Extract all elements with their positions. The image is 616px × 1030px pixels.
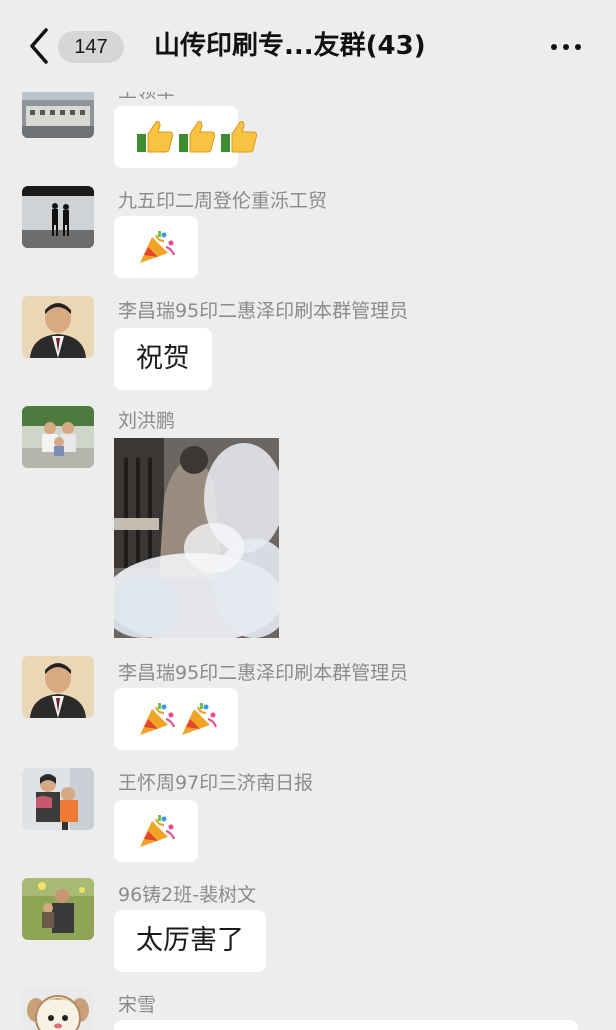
avatar[interactable]: [22, 768, 94, 830]
thumbs-up-icon: [220, 120, 258, 154]
unread-count-badge[interactable]: 147: [58, 31, 124, 63]
thumbs-up-icon: [178, 120, 216, 154]
message-bubble[interactable]: 太厉害了: [114, 910, 266, 972]
sender-name: 96铸2班-裴树文: [118, 884, 257, 906]
thumbs-up-icon: [136, 120, 174, 154]
avatar[interactable]: [22, 406, 94, 468]
sender-name: 王怀周97印三济南日报: [118, 772, 314, 794]
sender-name: 刘洪鹏: [118, 410, 176, 432]
sender-name: 李昌瑞95印二惠泽印刷本群管理员: [118, 662, 409, 684]
party-popper-icon: [180, 701, 218, 737]
party-popper-icon: [138, 229, 176, 265]
party-popper-icon: [138, 701, 176, 737]
group-title: 山传印刷专...友群(43): [154, 31, 426, 61]
message-bubble[interactable]: [114, 688, 238, 750]
message-bubble[interactable]: [114, 106, 258, 168]
image-message[interactable]: [114, 438, 279, 638]
chat-header: 147 山传印刷专...友群(43): [0, 0, 616, 92]
message-bubble[interactable]: 祝贺: [114, 328, 212, 390]
avatar[interactable]: [22, 988, 94, 1030]
message-bubble[interactable]: [114, 800, 198, 862]
avatar[interactable]: [22, 878, 94, 940]
sender-name: 李昌瑞95印二惠泽印刷本群管理员: [118, 300, 409, 322]
sender-name: 九五印二周登伦重泺工贸: [118, 190, 328, 212]
more-dots-icon[interactable]: [546, 32, 586, 62]
avatar[interactable]: [22, 296, 94, 358]
chat-screen: 147 山传印刷专...友群(43) 王领军 九五印二周登伦重泺工贸: [0, 0, 616, 1030]
chevron-left-icon[interactable]: [22, 24, 62, 68]
message-bubble[interactable]: [114, 216, 198, 278]
message-bubble[interactable]: [114, 1020, 578, 1030]
avatar[interactable]: [22, 656, 94, 718]
avatar[interactable]: [22, 186, 94, 248]
party-popper-icon: [138, 813, 176, 849]
sender-name: 宋雪: [118, 994, 157, 1016]
